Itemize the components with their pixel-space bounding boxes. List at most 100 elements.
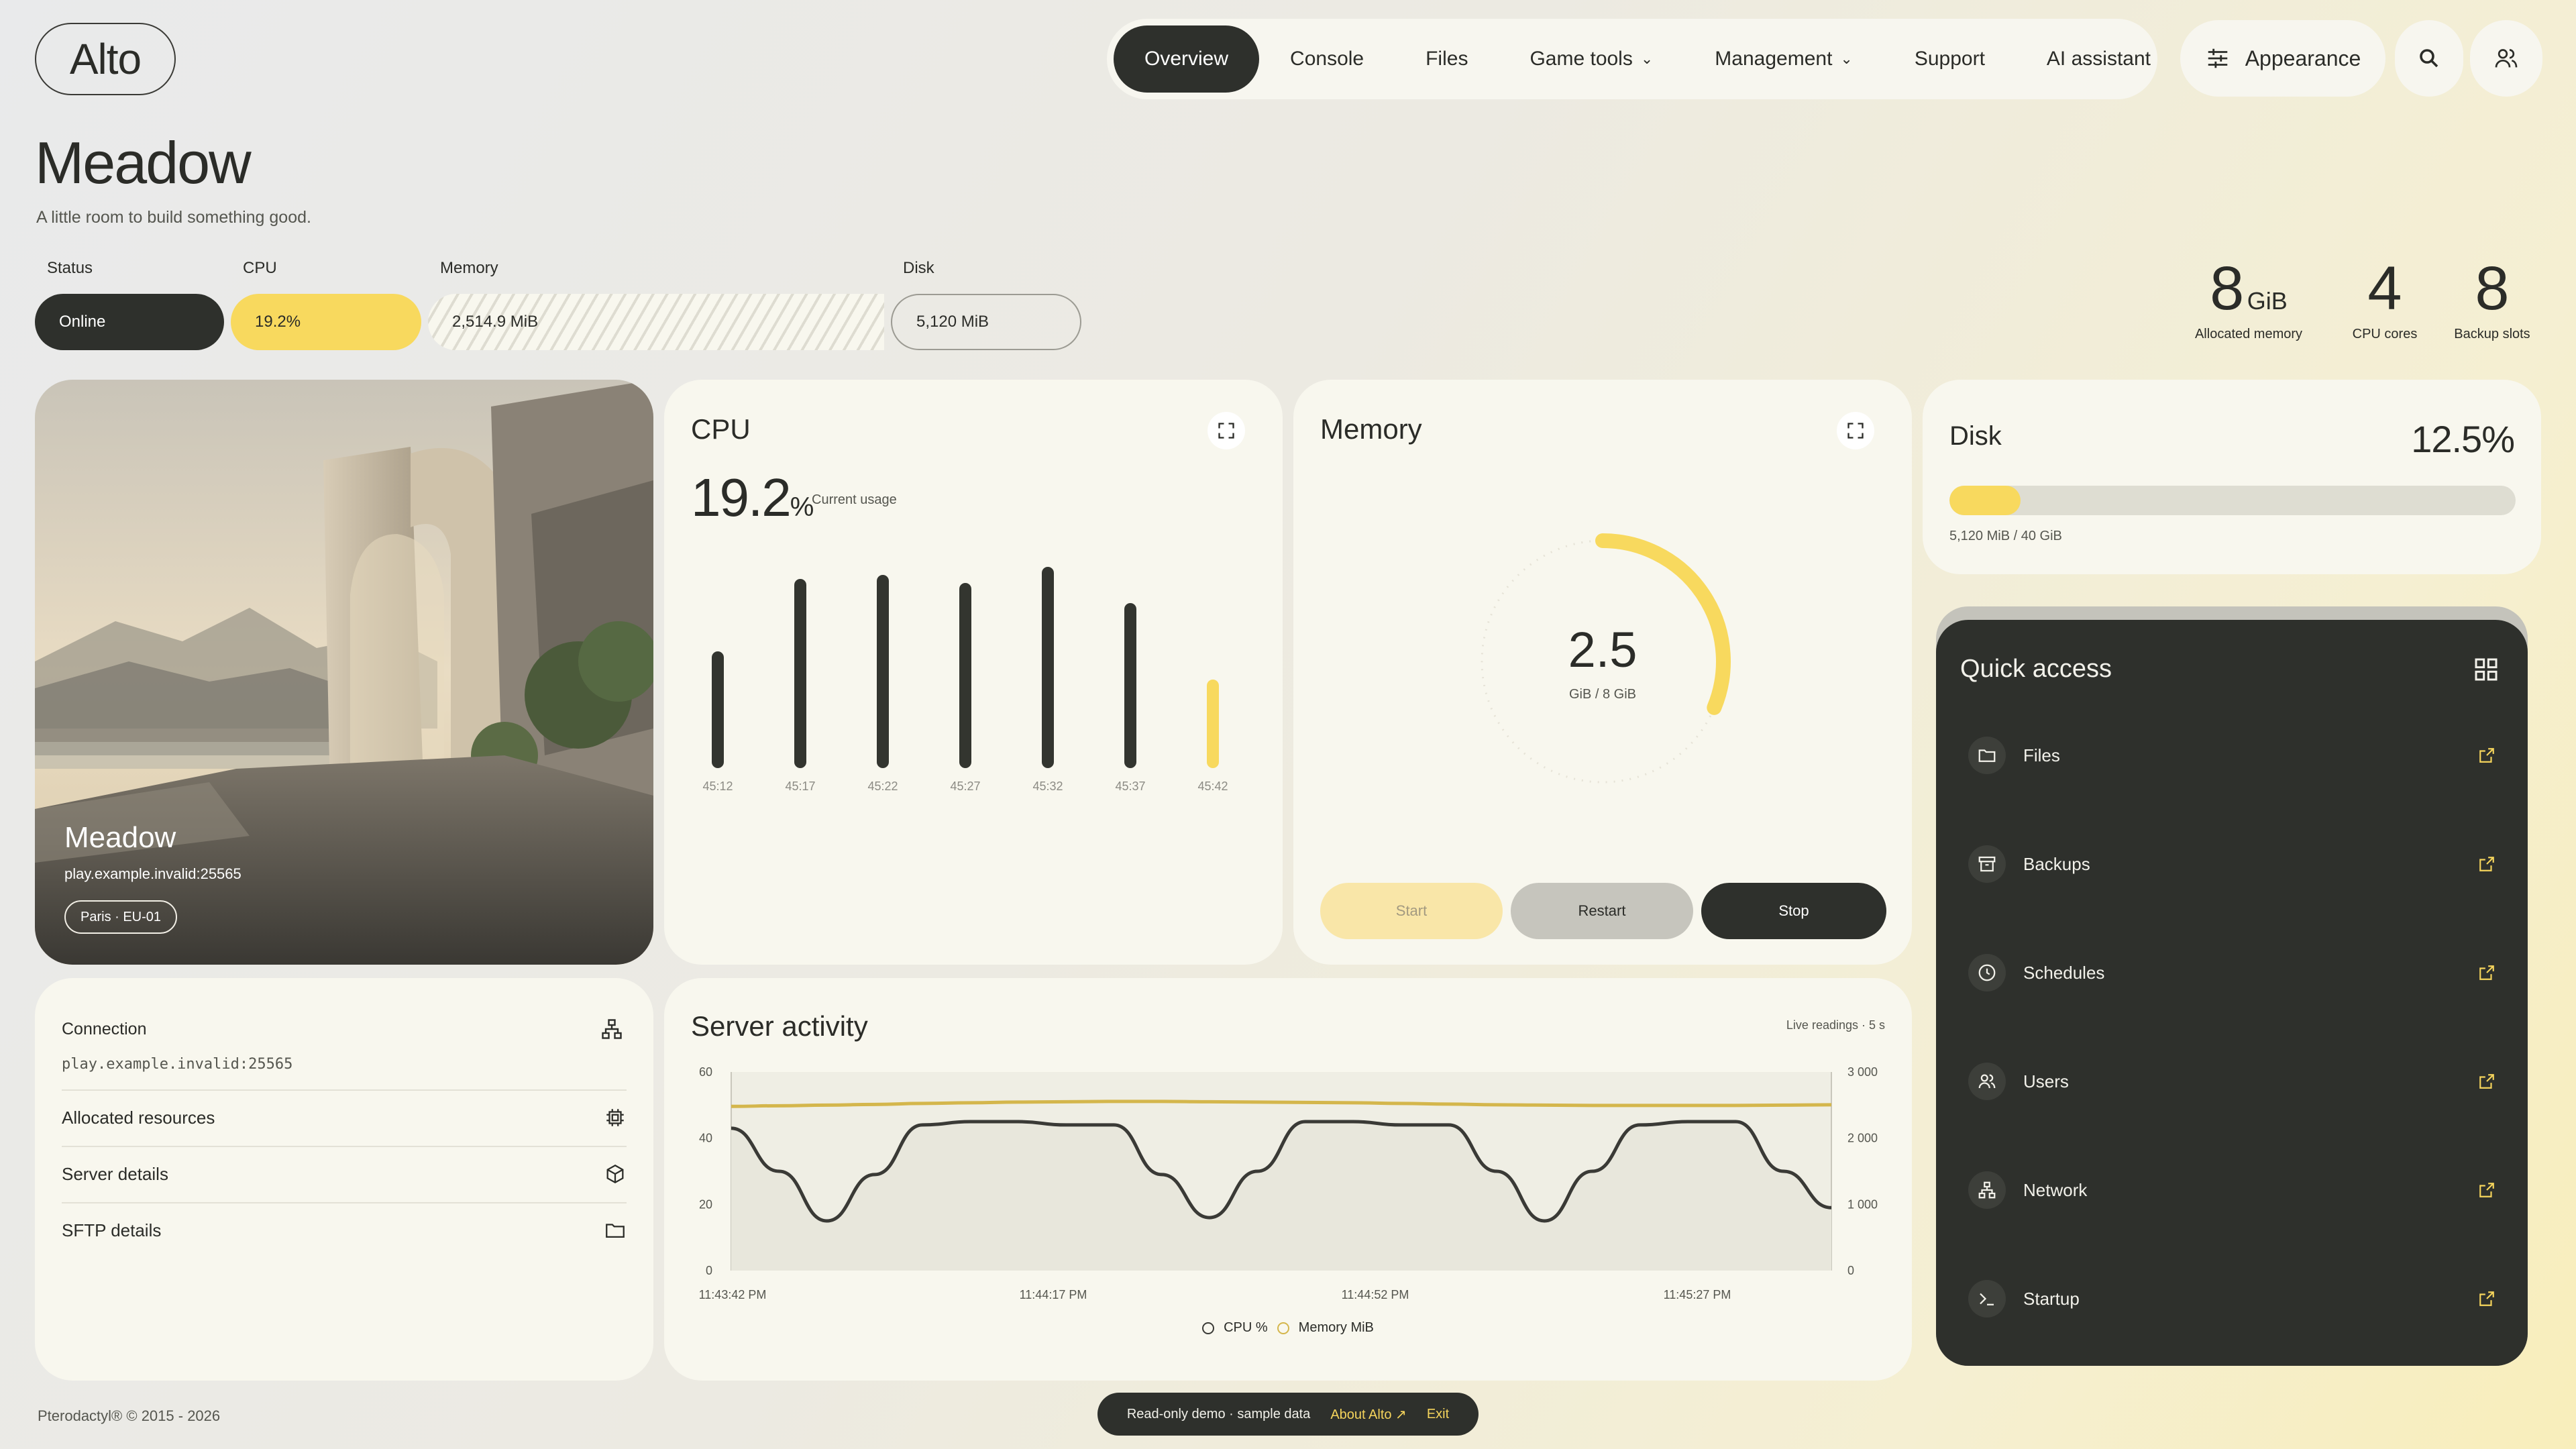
sliders-icon <box>2208 48 2227 68</box>
cpu-bar-tick-label: 45:17 <box>785 780 815 793</box>
chip-icon <box>606 1109 624 1126</box>
y-right-tick-label: 2 000 <box>1847 1132 1878 1145</box>
tab-management[interactable]: Management ⌄ <box>1684 25 1884 93</box>
users-icon <box>2495 49 2518 68</box>
row-label: Server details <box>62 1163 168 1184</box>
expand-memory-button[interactable] <box>1837 412 1874 449</box>
restart-button[interactable]: Restart <box>1511 883 1693 939</box>
activity-line-chart: 0 20 40 60 0 1 000 2 000 3 000 11:43:42 PM 11:44:… <box>699 1065 1878 1301</box>
cpu-bar-tick-label: 45:27 <box>950 780 980 793</box>
external-link-icon <box>2479 1074 2494 1089</box>
clock-icon <box>1968 954 2006 991</box>
quick-link-schedules[interactable]: Schedules <box>1936 946 2528 1000</box>
y-left-tick-label: 20 <box>699 1197 712 1211</box>
appearance-button[interactable]: Appearance <box>2180 20 2385 97</box>
cpu-caption: Current usage <box>812 492 897 507</box>
memory-card: Memory 2.5 GiB / 8 GiB Start Restart Sto… <box>1293 380 1912 965</box>
tab-support[interactable]: Support <box>1884 25 2016 93</box>
cpu-card-title: CPU <box>691 413 751 445</box>
tab-console[interactable]: Console <box>1259 25 1395 93</box>
cpu-bar-tick-label: 45:32 <box>1032 780 1063 793</box>
exit-demo-link[interactable]: Exit <box>1427 1407 1449 1422</box>
cpu-usage-pill: 19.2% <box>231 294 421 350</box>
x-tick-label: 11:43:42 PM <box>699 1288 767 1301</box>
connection-address[interactable]: play.example.invalid:25565 <box>62 1056 292 1073</box>
stop-button[interactable]: Stop <box>1701 883 1886 939</box>
quick-link-backups[interactable]: Backups <box>1936 837 2528 891</box>
demo-banner: Read-only demo · sample data About Alto … <box>1097 1393 1479 1436</box>
folder-icon <box>1968 737 2006 774</box>
cpu-bar-chart: 45:12 45:17 45:22 45:27 45:32 45:37 45:42 <box>702 567 1228 793</box>
cpu-current-value: 19.2% <box>691 467 814 529</box>
sftp-details-row[interactable]: SFTP details <box>62 1202 627 1257</box>
grid-icon[interactable] <box>2473 656 2500 683</box>
tab-ai-assistant[interactable]: AI assistant <box>2016 25 2182 93</box>
archive-icon <box>1968 845 2006 883</box>
quick-link-label: Files <box>2023 745 2060 765</box>
external-link-icon <box>2479 965 2494 980</box>
main-nav: Overview Console Files Game tools ⌄ Manag… <box>1107 19 2157 99</box>
quick-link-network[interactable]: Network <box>1936 1163 2528 1217</box>
hero-server-name: Meadow <box>64 821 176 854</box>
summary-cores-value: 4 <box>2367 254 2402 323</box>
summary-backups-value: 8 <box>2475 254 2510 323</box>
activity-note: Live readings · 5 s <box>1786 1018 1885 1032</box>
legend-memory-label: Memory MiB <box>1298 1320 1374 1335</box>
cube-icon <box>606 1164 624 1184</box>
summary-backups-label: Backup slots <box>2454 327 2530 341</box>
tab-files[interactable]: Files <box>1395 25 1499 93</box>
disk-card-title: Disk <box>1949 421 2002 451</box>
cpu-card: CPU 19.2% Current usage 45:12 45:17 45:22 4… <box>664 380 1283 965</box>
search-button[interactable] <box>2395 20 2463 97</box>
quick-link-startup[interactable]: Startup <box>1936 1272 2528 1326</box>
footer-copyright: Pterodactyl® © 2015 - 2026 <box>38 1407 221 1424</box>
quick-link-label: Users <box>2023 1071 2069 1091</box>
tab-game-tools[interactable]: Game tools ⌄ <box>1499 25 1684 93</box>
hero-server-address: play.example.invalid:25565 <box>64 865 241 882</box>
tab-management-label: Management <box>1715 48 1833 70</box>
cpu-value-unit: % <box>790 492 814 522</box>
summary-memory-value: 8 <box>2210 254 2245 323</box>
x-tick-label: 11:44:52 PM <box>1342 1288 1409 1301</box>
external-link-icon <box>2479 1291 2494 1306</box>
y-left-tick-label: 40 <box>699 1132 712 1145</box>
folder-icon <box>606 1224 625 1238</box>
legend-cpu-label: CPU % <box>1224 1320 1268 1335</box>
cpu-bar-tick-label: 45:37 <box>1115 780 1145 793</box>
server-hero-card: Meadow play.example.invalid:25565 Paris … <box>35 380 653 965</box>
y-left-tick-label: 0 <box>706 1264 712 1277</box>
memory-gauge-value: 2.5 <box>1568 622 1638 678</box>
region-badge: Paris · EU-01 <box>64 900 178 934</box>
tab-overview[interactable]: Overview <box>1114 25 1260 93</box>
y-right-tick-label: 3 000 <box>1847 1065 1878 1079</box>
summary-allocated-memory: 8 GiB Allocated memory <box>2188 254 2309 342</box>
memory-label: Memory <box>440 259 498 277</box>
summary-cpu-cores: 4 CPU cores <box>2334 254 2435 342</box>
quick-link-label: Network <box>2023 1179 2088 1200</box>
cpu-label: CPU <box>243 259 277 277</box>
legend-cpu-swatch <box>1202 1322 1215 1334</box>
account-button[interactable] <box>2470 20 2542 97</box>
y-right-tick-label: 1 000 <box>1847 1197 1878 1211</box>
disk-progress-bar <box>1949 486 2516 515</box>
summary-memory-unit: GiB <box>2247 287 2288 315</box>
cpu-value-number: 19.2 <box>691 468 792 527</box>
disk-progress-fill <box>1949 486 2021 515</box>
connection-title: Connection <box>62 1020 147 1038</box>
memory-card-title: Memory <box>1320 413 1422 445</box>
memory-usage-pill: 2,514.9 MiB <box>428 294 884 350</box>
quick-link-users[interactable]: Users <box>1936 1055 2528 1108</box>
about-alto-link[interactable]: About Alto ↗ <box>1330 1406 1407 1423</box>
quick-link-files[interactable]: Files <box>1936 729 2528 782</box>
server-details-row[interactable]: Server details <box>62 1146 627 1201</box>
alto-logo[interactable]: Alto <box>35 23 176 95</box>
start-button[interactable]: Start <box>1320 883 1503 939</box>
network-icon <box>602 1019 622 1039</box>
expand-icon <box>1847 423 1864 439</box>
quick-access-panel: Quick access Files Backups Schedules Use… <box>1936 620 2528 1366</box>
expand-cpu-button[interactable] <box>1208 412 1245 449</box>
allocated-resources-row[interactable]: Allocated resources <box>62 1089 627 1144</box>
cpu-bar-tick-label: 45:42 <box>1197 780 1228 793</box>
memory-gauge-caption: GiB / 8 GiB <box>1568 687 1637 702</box>
disk-card: Disk 12.5% 5,120 MiB / 40 GiB <box>1923 380 2541 574</box>
